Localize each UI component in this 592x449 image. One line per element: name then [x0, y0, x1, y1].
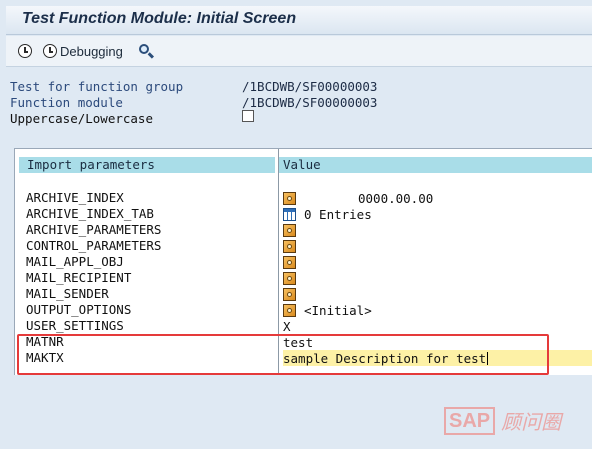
clock-icon — [43, 44, 57, 58]
structure-icon[interactable] — [283, 223, 296, 237]
parameter-value: 0000.00.00 — [283, 190, 433, 206]
title-bar: Test Function Module: Initial Screen — [6, 6, 592, 35]
value-header: Value — [279, 157, 592, 173]
table-row: USER_SETTINGS X — [15, 318, 592, 334]
function-group-label: Test for function group — [10, 79, 184, 94]
table-row: ARCHIVE_INDEX_TAB 0 Entries — [15, 206, 592, 222]
table-row: MAIL_SENDER — [15, 286, 592, 302]
highlight-box — [17, 334, 549, 375]
parameter-value — [283, 286, 296, 302]
debugging-label: Debugging — [60, 43, 123, 59]
parameter-value — [283, 222, 296, 238]
parameter-value: 0 Entries — [283, 206, 372, 222]
parameter-value — [283, 254, 296, 270]
function-module-label: Function module — [10, 95, 123, 110]
structure-icon[interactable] — [283, 303, 296, 317]
output-options-value: <Initial> — [304, 302, 372, 318]
parameter-value: <Initial> — [283, 302, 372, 318]
watermark-logo: SAP — [444, 406, 496, 435]
structure-icon[interactable] — [283, 255, 296, 269]
table-row: ARCHIVE_INDEX 0000.00.00 — [15, 190, 592, 206]
watermark: SAP 顾问圈 — [444, 406, 561, 435]
window-title: Test Function Module: Initial Screen — [22, 10, 297, 27]
import-parameters-header: Import parameters — [19, 157, 275, 173]
table-row: CONTROL_PARAMETERS — [15, 238, 592, 254]
structure-icon[interactable] — [283, 287, 296, 301]
parameter-name: OUTPUT_OPTIONS — [26, 302, 132, 317]
application-toolbar: Debugging — [6, 36, 592, 67]
parameter-name: USER_SETTINGS — [26, 318, 124, 333]
execute-button[interactable] — [18, 42, 32, 60]
parameter-value — [283, 238, 296, 254]
clock-icon — [18, 44, 32, 58]
parameter-name: ARCHIVE_INDEX — [26, 190, 124, 205]
structure-icon[interactable] — [283, 271, 296, 285]
watermark-text: 顾问圈 — [501, 410, 562, 434]
parameter-name: MAIL_APPL_OBJ — [26, 254, 124, 269]
table-row: MAIL_RECIPIENT — [15, 270, 592, 286]
function-module-value: /1BCDWB/SF00000003 — [242, 95, 378, 110]
structure-icon[interactable] — [283, 191, 296, 205]
user-settings-value[interactable]: X — [283, 318, 291, 334]
table-row: MAIL_APPL_OBJ — [15, 254, 592, 270]
archive-index-value: 0000.00.00 — [358, 190, 434, 206]
table-icon[interactable] — [283, 207, 296, 221]
parameter-name: CONTROL_PARAMETERS — [26, 238, 162, 253]
uppercase-lowercase-checkbox[interactable] — [242, 110, 254, 122]
case-label: Uppercase/Lowercase — [10, 111, 153, 126]
table-row: ARCHIVE_PARAMETERS — [15, 222, 592, 238]
table-row: OUTPUT_OPTIONS <Initial> — [15, 302, 592, 318]
parameter-value — [283, 270, 296, 286]
magnifier-icon — [138, 43, 155, 59]
parameter-name: MAIL_RECIPIENT — [26, 270, 132, 285]
entries-value: 0 Entries — [304, 206, 372, 222]
debugging-button[interactable]: Debugging — [43, 42, 123, 60]
structure-icon[interactable] — [283, 239, 296, 253]
find-button[interactable] — [138, 42, 155, 60]
parameter-name: MAIL_SENDER — [26, 286, 109, 301]
function-group-value: /1BCDWB/SF00000003 — [242, 79, 378, 94]
parameter-name: ARCHIVE_INDEX_TAB — [26, 206, 154, 221]
parameter-name: ARCHIVE_PARAMETERS — [26, 222, 162, 237]
